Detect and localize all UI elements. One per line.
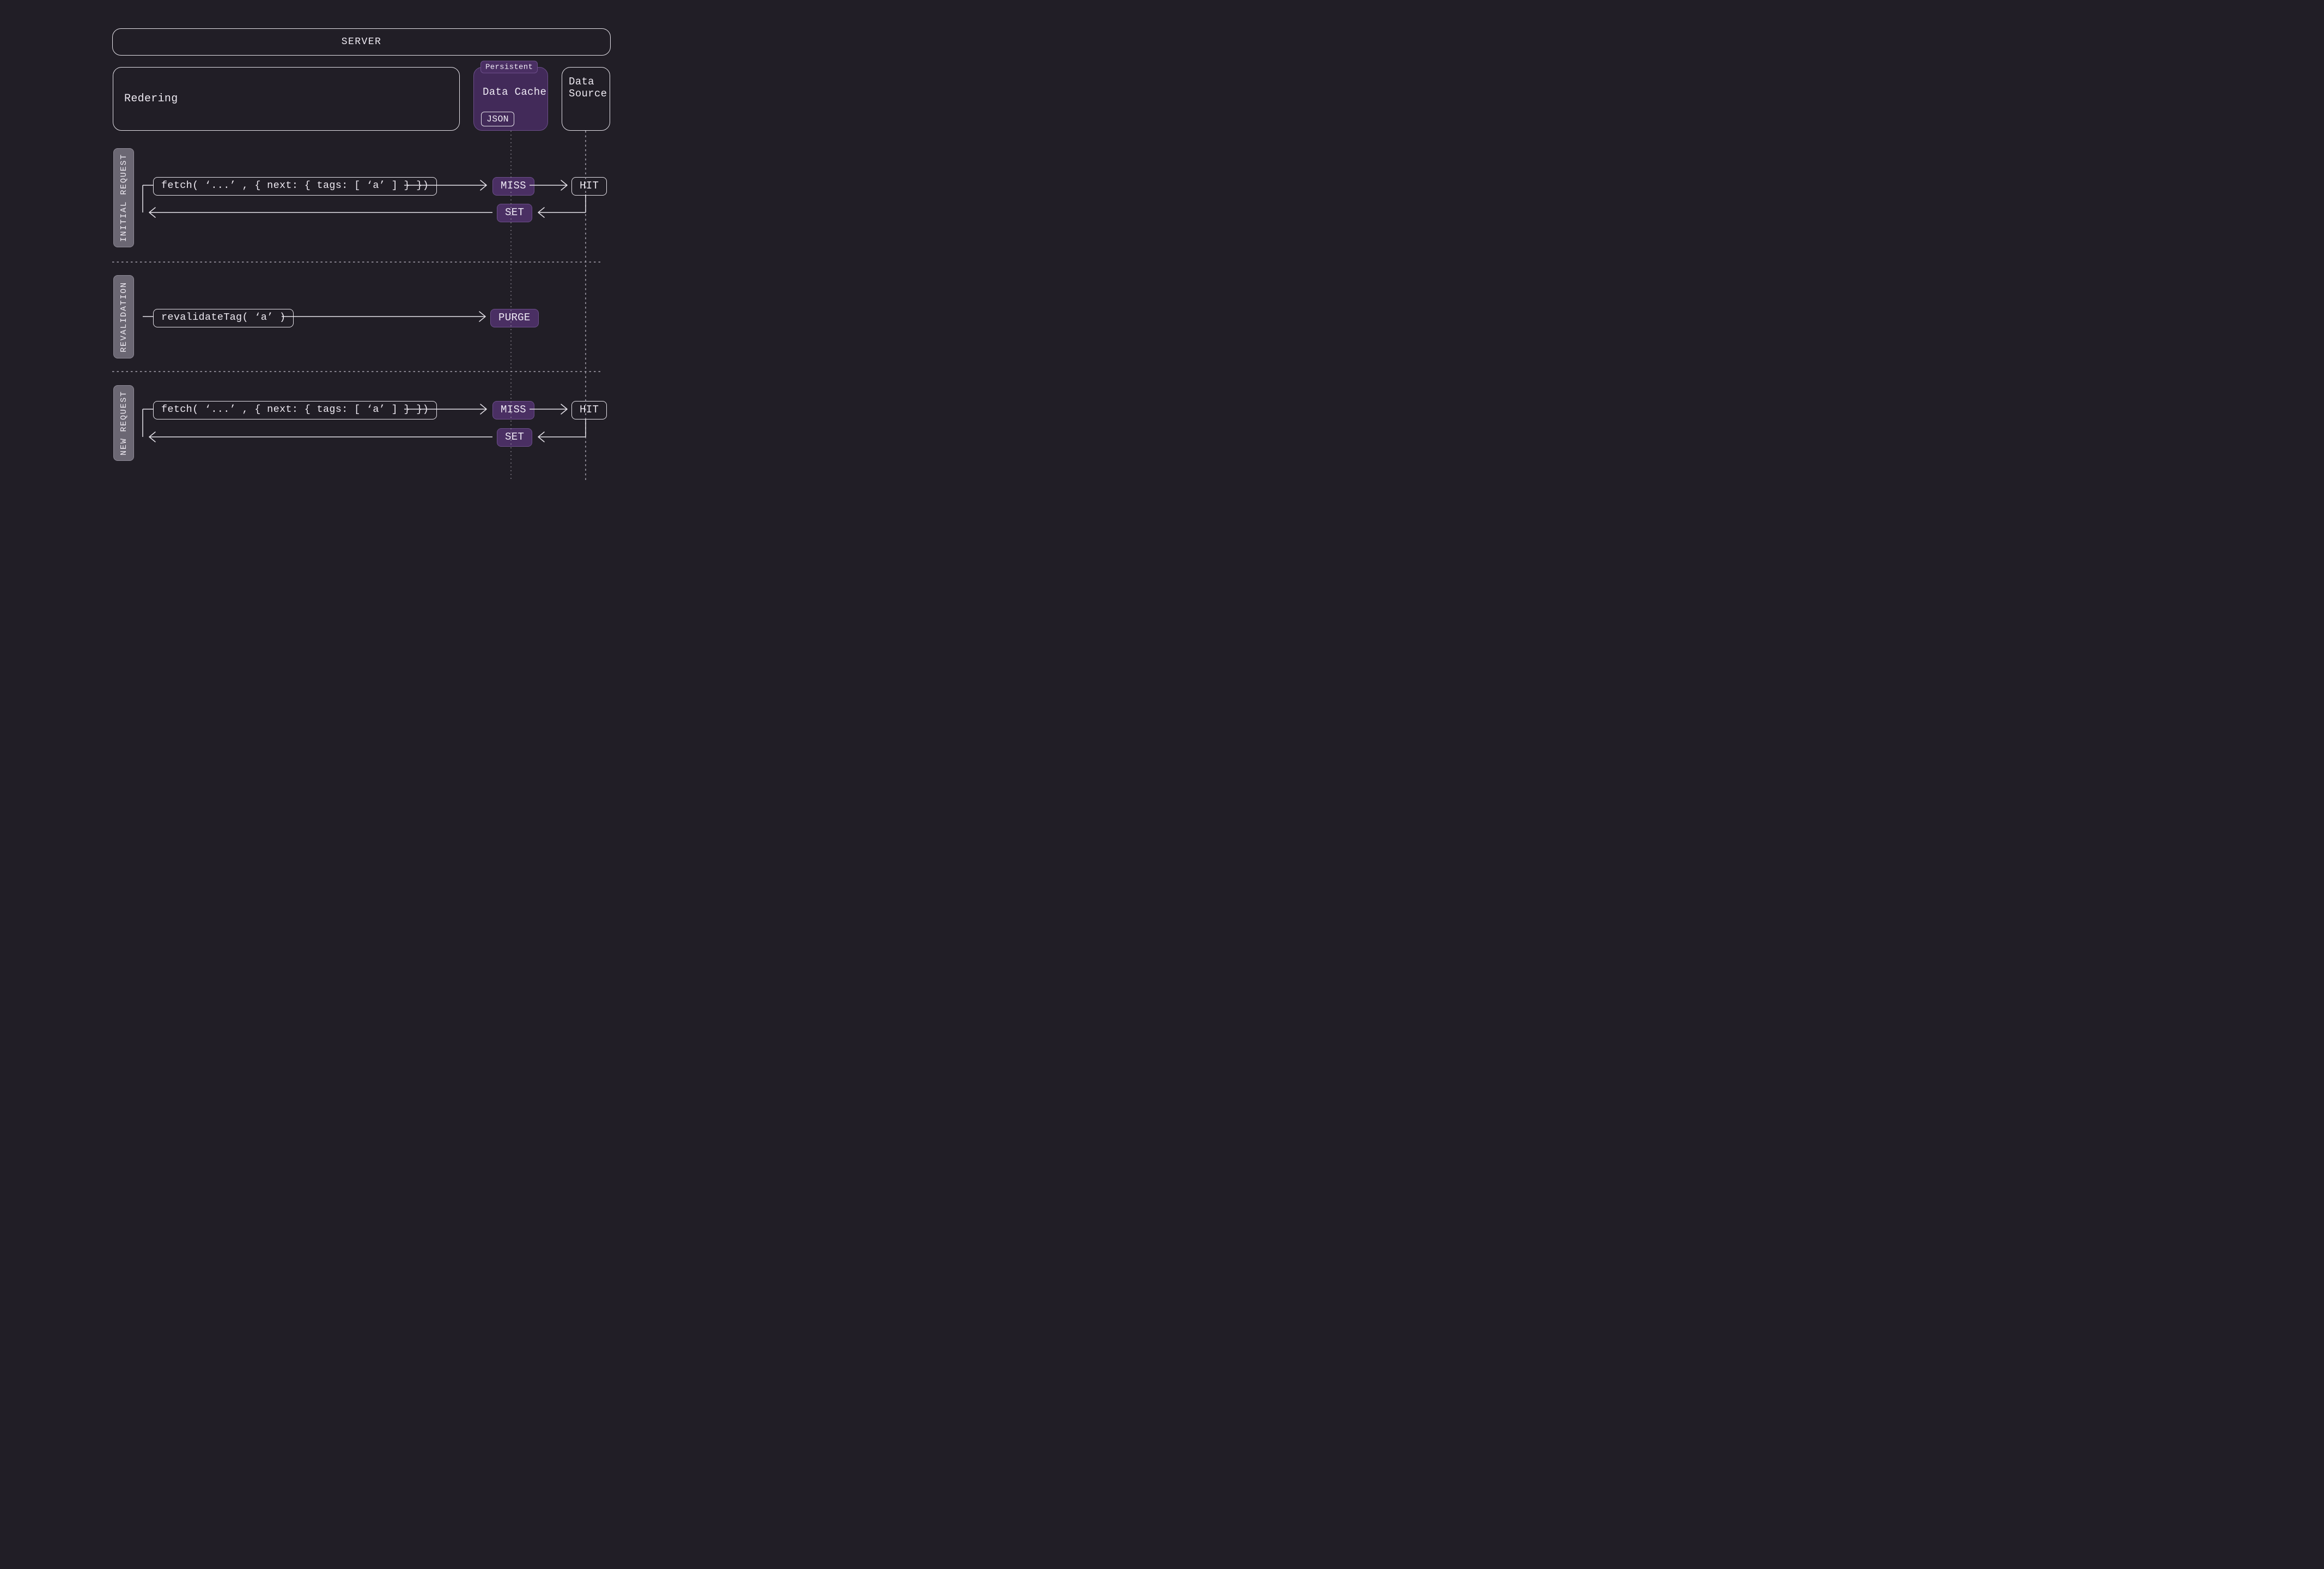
- data-cache-title: Data Cache: [483, 86, 546, 98]
- badge-set-new: SET: [497, 428, 532, 447]
- code-pill-revalidate: revalidateTag( ‘a’ ): [153, 309, 294, 327]
- badge-set-initial: SET: [497, 204, 532, 222]
- section-label-new: NEW REQUEST: [113, 385, 134, 461]
- rendering-title: Redering: [124, 93, 178, 105]
- data-source-line1: Data: [569, 76, 594, 88]
- data-cache-format: JSON: [481, 112, 514, 126]
- code-pill-fetch-new: fetch( ‘...’ , { next: { tags: [ ‘a’ ] }…: [153, 401, 437, 419]
- badge-hit-new: HIT: [571, 401, 607, 419]
- section-label-initial: INITIAL REQUEST: [113, 148, 134, 247]
- data-cache-badge: Persistent: [480, 61, 538, 74]
- badge-purge: PURGE: [490, 309, 539, 327]
- section-label-revalidation: REVALIDATION: [113, 275, 134, 358]
- badge-hit-initial: HIT: [571, 177, 607, 196]
- badge-miss-new: MISS: [492, 401, 534, 419]
- server-title: SERVER: [112, 28, 611, 56]
- badge-miss-initial: MISS: [492, 177, 534, 196]
- diagram-canvas: SERVER Redering Persistent Data Cache JS…: [0, 0, 722, 488]
- data-source-line2: Source: [569, 88, 607, 100]
- code-pill-fetch-initial: fetch( ‘...’ , { next: { tags: [ ‘a’ ] }…: [153, 177, 437, 196]
